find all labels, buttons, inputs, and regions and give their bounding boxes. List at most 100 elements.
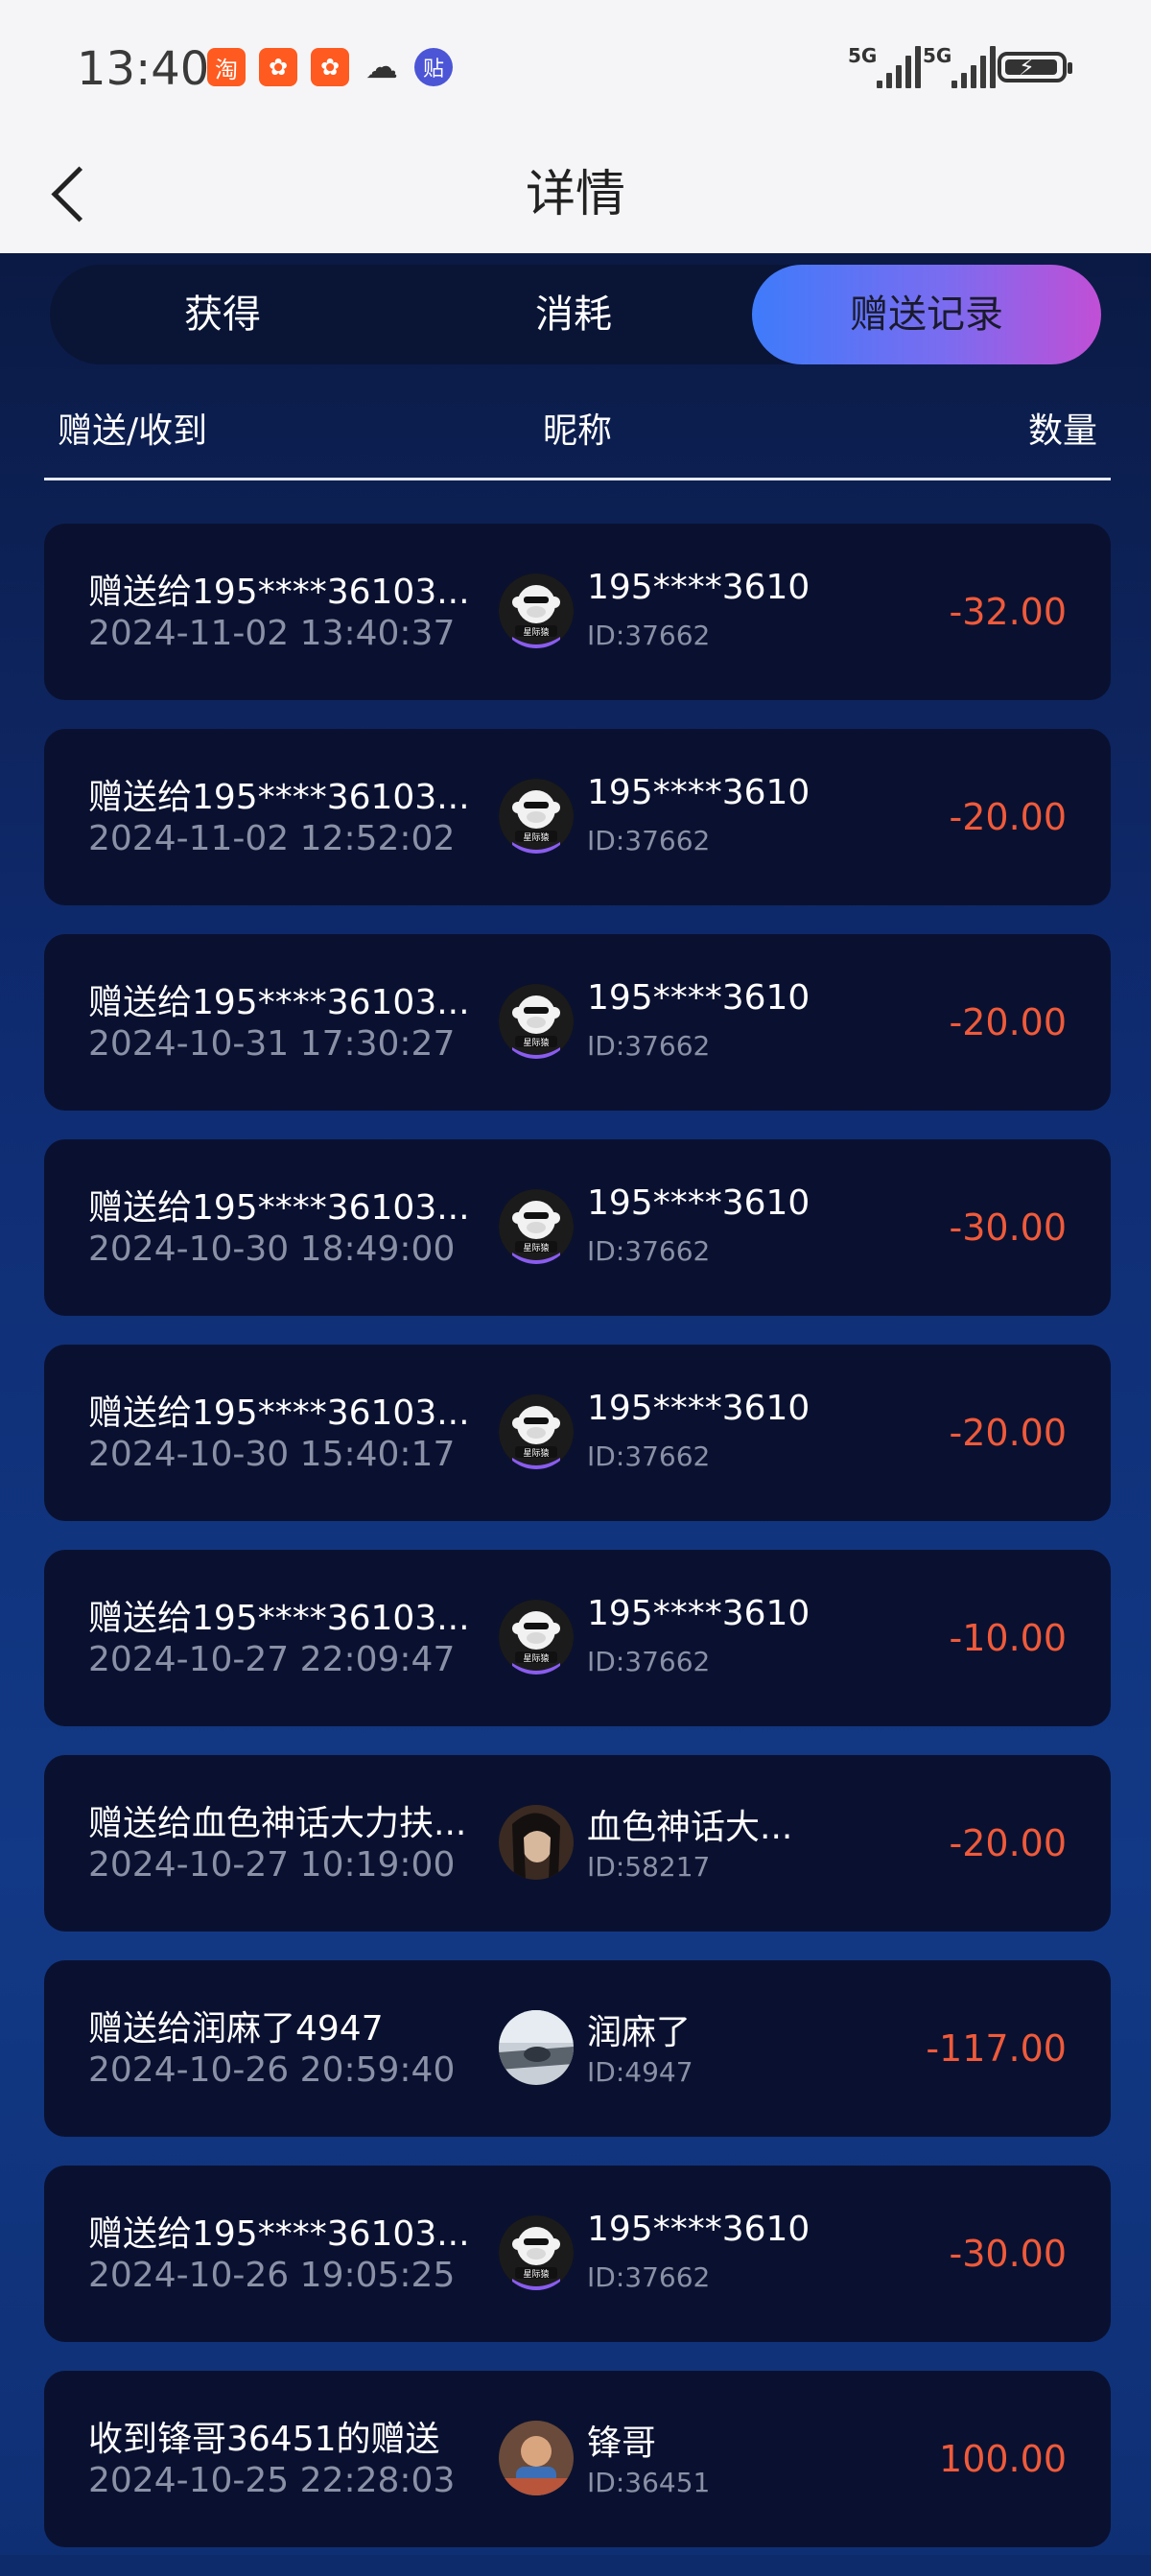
record-date: 2024-10-30 15:40:17 <box>88 1435 456 1474</box>
tab-gift-records[interactable]: 赠送记录 <box>752 265 1101 364</box>
record-list: 赠送给195****36103... 2024-11-02 13:40:37 星际猿… <box>44 524 1111 2576</box>
record-card[interactable]: 收到锋哥36451的赠送 2024-10-25 22:28:03 锋哥 ID:3645… <box>44 2371 1111 2547</box>
tieba-icon: 贴 <box>414 48 453 86</box>
record-amount: -20.00 <box>949 1001 1068 1043</box>
user-avatar: 星际猿 <box>499 2215 574 2290</box>
record-card[interactable]: 赠送给195****36103... 2024-10-31 17:30:27 星际猿… <box>44 934 1111 1111</box>
monkey-logo-text: 星际猿 <box>523 1037 549 1048</box>
user-nickname: 195****3610 <box>587 568 810 607</box>
record-amount: -10.00 <box>949 1617 1068 1659</box>
record-description: 赠送给195****36103... <box>88 2214 470 2254</box>
record-amount: -20.00 <box>949 1412 1068 1454</box>
user-id: ID:37662 <box>587 1646 711 1677</box>
monkey-logo-text: 星际猿 <box>523 1447 549 1459</box>
wechat-icon: ☁ <box>365 48 398 86</box>
user-nickname: 195****3610 <box>587 1389 810 1428</box>
user-id: ID:4947 <box>587 2056 693 2088</box>
user-avatar <box>499 1805 574 1880</box>
monkey-logo-text: 星际猿 <box>523 1242 549 1253</box>
user-avatar <box>499 2421 574 2495</box>
user-id: ID:37662 <box>587 825 711 856</box>
column-header-type: 赠送/收到 <box>58 411 208 451</box>
user-id: ID:37662 <box>587 1030 711 1062</box>
record-amount: -32.00 <box>949 591 1068 633</box>
record-description: 赠送给195****36103... <box>88 778 470 817</box>
battery-icon: ⚡ <box>998 52 1072 82</box>
user-nickname: 润麻了 <box>587 2013 692 2052</box>
record-date: 2024-10-31 17:30:27 <box>88 1024 456 1064</box>
user-avatar <box>499 2010 574 2085</box>
tab-consumed[interactable]: 消耗 <box>401 265 746 364</box>
record-date: 2024-10-27 10:19:00 <box>88 1845 456 1885</box>
signal-icon-2: 5G <box>923 44 996 88</box>
record-card[interactable]: 赠送给195****36103... 2024-10-30 15:40:17 星际猿… <box>44 1345 1111 1521</box>
signal-1-label: 5G <box>848 44 878 67</box>
record-description: 赠送给血色神话大力扶... <box>88 1804 467 1843</box>
nav-bar: 详情 <box>0 134 1151 253</box>
user-avatar: 星际猿 <box>499 1394 574 1469</box>
record-card[interactable]: 赠送给195****36103... 2024-11-02 13:40:37 星际猿… <box>44 524 1111 700</box>
user-id: ID:37662 <box>587 1235 711 1267</box>
user-avatar: 星际猿 <box>499 574 574 648</box>
notification-icons: 淘 ✿ ✿ ☁ 贴 <box>207 48 453 86</box>
tab-bar: 获得 消耗 赠送记录 <box>50 265 1101 364</box>
user-avatar: 星际猿 <box>499 1600 574 1674</box>
user-nickname: 195****3610 <box>587 1594 810 1633</box>
record-date: 2024-10-26 19:05:25 <box>88 2256 456 2295</box>
record-description: 赠送给195****36103... <box>88 1188 470 1228</box>
monkey-logo-text: 星际猿 <box>523 2268 549 2280</box>
record-amount: 100.00 <box>939 2438 1067 2480</box>
monkey-logo-text: 星际猿 <box>523 1652 549 1664</box>
record-description: 收到锋哥36451的赠送 <box>88 2420 440 2459</box>
record-card[interactable]: 赠送给195****36103... 2024-11-02 12:52:02 星际猿… <box>44 729 1111 905</box>
record-card[interactable]: 赠送给195****36103... 2024-10-26 19:05:25 星际猿… <box>44 2166 1111 2342</box>
record-description: 赠送给195****36103... <box>88 1393 470 1433</box>
record-card[interactable]: 赠送给润麻了4947 2024-10-26 20:59:40 润麻了 ID:4947 -… <box>44 1960 1111 2137</box>
user-id: ID:37662 <box>587 1440 711 1472</box>
monkey-logo-text: 星际猿 <box>523 626 549 638</box>
user-id: ID:37662 <box>587 620 711 651</box>
user-avatar: 星际猿 <box>499 1189 574 1264</box>
page-title: 详情 <box>525 166 625 223</box>
record-amount: -117.00 <box>926 2027 1067 2070</box>
user-id: ID:37662 <box>587 2261 711 2293</box>
signal-2-label: 5G <box>923 44 952 67</box>
column-header-nickname: 昵称 <box>543 411 613 451</box>
record-date: 2024-10-25 22:28:03 <box>88 2461 456 2500</box>
user-avatar: 星际猿 <box>499 779 574 854</box>
record-date: 2024-10-27 22:09:47 <box>88 1640 456 1679</box>
user-nickname: 血色神话大... <box>587 1808 793 1847</box>
record-card[interactable]: 赠送给血色神话大力扶... 2024-10-27 10:19:00 血色神话大...… <box>44 1755 1111 1932</box>
kuaishou-icon-2: ✿ <box>311 48 349 86</box>
status-time: 13:40 <box>77 42 210 96</box>
record-date: 2024-10-26 20:59:40 <box>88 2050 456 2090</box>
tab-earned[interactable]: 获得 <box>50 265 395 364</box>
user-id: ID:36451 <box>587 2467 711 2498</box>
header-divider <box>44 478 1111 480</box>
taobao-icon: 淘 <box>207 48 246 86</box>
column-header-amount: 数量 <box>1027 411 1097 451</box>
signal-icon-1: 5G <box>848 44 921 88</box>
record-date: 2024-10-30 18:49:00 <box>88 1229 456 1269</box>
user-id: ID:58217 <box>587 1851 711 1883</box>
record-description: 赠送给195****36103... <box>88 983 470 1022</box>
user-nickname: 195****3610 <box>587 2210 810 2249</box>
record-amount: -30.00 <box>949 1206 1068 1249</box>
user-nickname: 195****3610 <box>587 773 810 812</box>
user-nickname: 195****3610 <box>587 978 810 1018</box>
main-content: 获得 消耗 赠送记录 赠送/收到 昵称 数量 赠送给195****36103..… <box>0 253 1151 2555</box>
record-description: 赠送给195****36103... <box>88 573 470 612</box>
record-amount: -20.00 <box>949 1822 1068 1864</box>
record-card[interactable]: 赠送给195****36103... 2024-10-27 22:09:47 星际猿… <box>44 1550 1111 1726</box>
record-amount: -30.00 <box>949 2233 1068 2275</box>
record-amount: -20.00 <box>949 796 1068 838</box>
record-card[interactable]: 赠送给195****36103... 2024-10-30 18:49:00 星际猿… <box>44 1139 1111 1316</box>
record-description: 赠送给195****36103... <box>88 1599 470 1638</box>
user-nickname: 195****3610 <box>587 1183 810 1223</box>
status-bar: 13:40 淘 ✿ ✿ ☁ 贴 5G 5G ⚡ <box>0 0 1151 134</box>
user-nickname: 锋哥 <box>587 2424 657 2463</box>
user-avatar: 星际猿 <box>499 984 574 1059</box>
monkey-logo-text: 星际猿 <box>523 831 549 843</box>
record-date: 2024-11-02 12:52:02 <box>88 819 456 858</box>
record-date: 2024-11-02 13:40:37 <box>88 614 456 653</box>
